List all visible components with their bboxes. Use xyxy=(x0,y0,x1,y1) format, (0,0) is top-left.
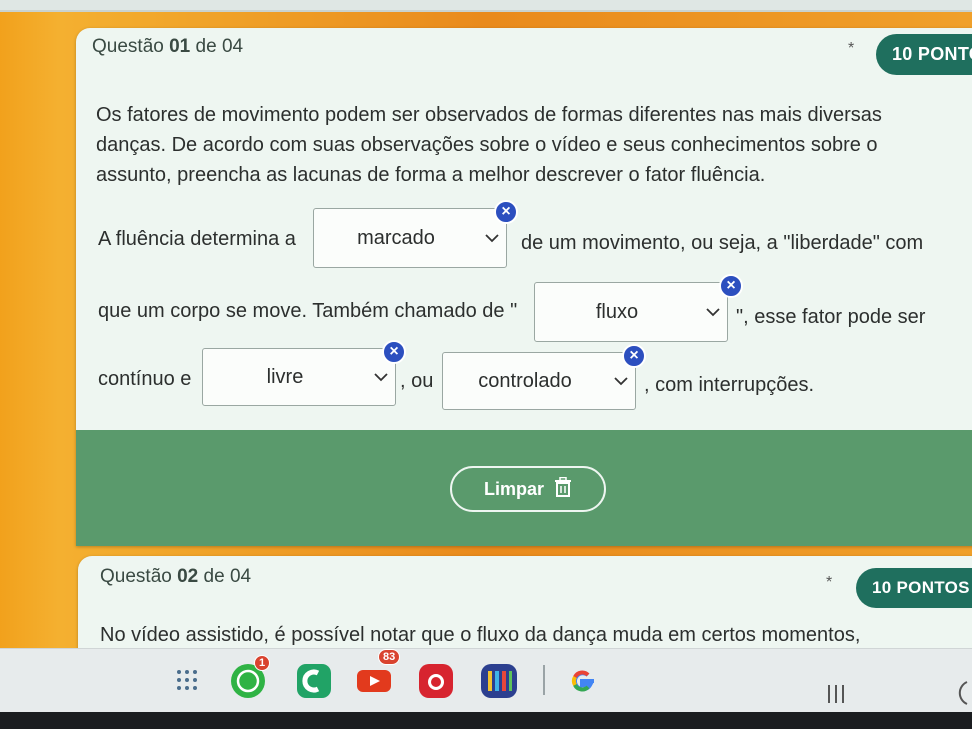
app-launcher-icon[interactable] xyxy=(174,667,200,693)
question-number: 02 xyxy=(177,566,199,587)
chevron-down-icon xyxy=(478,233,506,243)
clear-button[interactable]: Limpar xyxy=(450,466,606,512)
clear-answer-icon[interactable]: × xyxy=(622,344,646,368)
dropdown-value: controlado xyxy=(478,369,572,392)
home-icon[interactable] xyxy=(950,679,970,707)
gap-dropdown-1[interactable]: marcado xyxy=(313,208,507,268)
screen-bezel xyxy=(0,712,972,729)
youtube-icon[interactable]: 83 xyxy=(354,649,401,699)
chevron-down-icon xyxy=(607,376,635,386)
gap-text-3c: , com interrupções. xyxy=(644,374,815,396)
question-card-1: Questão 01 de 04 * 10 PONTOS Os fatores … xyxy=(76,28,972,546)
taskbar-divider xyxy=(542,665,546,695)
question-number: 01 xyxy=(169,36,191,57)
clear-answer-icon[interactable]: × xyxy=(382,340,406,364)
dropdown-value: fluxo xyxy=(595,300,639,323)
dropdown-value: livre xyxy=(266,365,304,388)
question-statement: No vídeo assistido, é possível notar que… xyxy=(100,624,861,646)
dropdown-value: marcado xyxy=(357,226,435,249)
clear-answer-icon[interactable]: × xyxy=(719,274,743,298)
question-footer: Limpar xyxy=(76,430,972,546)
points-badge: 10 PONTOS xyxy=(876,34,972,75)
question-label: Questão xyxy=(100,566,172,587)
question-statement: Os fatores de movimento podem ser observ… xyxy=(96,104,882,186)
gap-text-3a: contínuo e xyxy=(98,368,192,390)
drawing-app-icon[interactable] xyxy=(478,661,520,701)
camera-icon[interactable] xyxy=(416,661,456,701)
chevron-down-icon xyxy=(699,307,727,317)
required-mark: * xyxy=(848,40,855,57)
question-total: de 04 xyxy=(203,566,252,587)
gap-text-1b: de um movimento, ou seja, a "liberdade" … xyxy=(521,232,924,254)
browser-top-edge xyxy=(0,0,972,12)
trash-icon xyxy=(554,476,572,502)
required-mark: * xyxy=(826,574,833,591)
question-header: Questão 01 de 04 xyxy=(92,36,243,58)
question-label: Questão xyxy=(92,36,164,57)
gap-text-2b: ", esse fator pode ser xyxy=(736,306,926,328)
whatsapp-icon[interactable]: 1 xyxy=(228,655,271,701)
taskbar: 1 83 xyxy=(0,648,972,712)
gap-text-2a: que um corpo se move. Também chamado de … xyxy=(98,300,518,322)
chevron-down-icon xyxy=(367,372,395,382)
google-icon[interactable] xyxy=(564,663,600,699)
gap-dropdown-3[interactable]: livre xyxy=(202,348,396,406)
classroom-icon[interactable] xyxy=(294,661,334,701)
points-badge: 10 PONTOS xyxy=(856,568,972,608)
notification-badge: 83 xyxy=(378,649,401,665)
clear-answer-icon[interactable]: × xyxy=(494,200,518,224)
question-total: de 04 xyxy=(195,36,244,57)
gap-dropdown-4[interactable]: controlado xyxy=(442,352,636,410)
clear-button-label: Limpar xyxy=(483,478,544,499)
notification-badge: 1 xyxy=(254,655,271,671)
gap-text-3b: , ou xyxy=(400,370,434,392)
question-header: Questão 02 de 04 xyxy=(100,566,251,588)
gap-dropdown-2[interactable]: fluxo xyxy=(534,282,728,342)
gap-text-1a: A fluência determina a xyxy=(98,228,296,250)
recent-apps-icon[interactable] xyxy=(824,683,848,705)
